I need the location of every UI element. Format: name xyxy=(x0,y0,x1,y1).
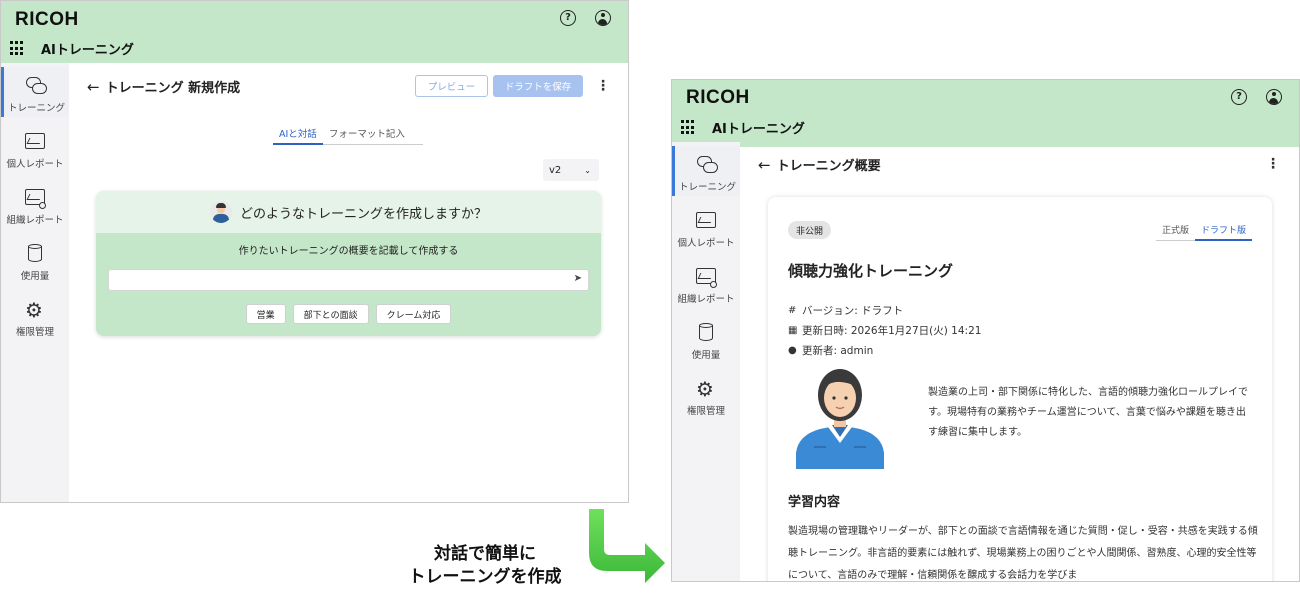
app-grid-icon[interactable] xyxy=(681,120,696,135)
page-title: トレーニング概要 xyxy=(776,159,881,174)
gear-icon: ⚙ xyxy=(696,377,714,401)
create-training-window: RICOH AIトレーニング ? トレーニング 個人レポート 組織レポート 使用… xyxy=(0,0,629,503)
caption-line-1: 対話で簡単に xyxy=(434,544,536,564)
org-report-icon xyxy=(695,266,717,288)
version-select[interactable]: v2 ⌄ xyxy=(543,159,599,181)
sidebar-item-label: トレーニング xyxy=(7,103,65,114)
caption-text: 対話で簡単に トレーニングを作成 xyxy=(390,543,580,589)
suggestion-chips: 営業 部下との面談 クレーム対応 xyxy=(96,304,601,324)
ai-question: どのようなトレーニングを作成しますか？ xyxy=(239,206,487,222)
meta-updated-by: ● 更新者: admin xyxy=(788,343,873,358)
chip-sales[interactable]: 営業 xyxy=(245,304,286,324)
section-body: 製造現場の管理職やリーダーが、部下との面談で言語情報を通じた質問・促し・受容・共… xyxy=(788,526,1258,581)
preview-button[interactable]: プレビュー xyxy=(415,75,488,97)
avatar xyxy=(209,201,232,223)
header-bar: RICOH AIトレーニング ? xyxy=(1,1,628,63)
sidebar-item-label: 使用量 xyxy=(20,271,50,282)
training-title: 傾聴力強化トレーニング xyxy=(788,262,954,280)
page-header: ← トレーニング 新規作成 xyxy=(87,77,241,97)
meta-version: # バージョン: ドラフト xyxy=(788,303,903,318)
meta-version-text: バージョン: ドラフト xyxy=(802,305,904,317)
sidebar-item-permissions[interactable]: ⚙ 権限管理 xyxy=(1,291,69,341)
version-tabs: 正式版 ドラフト版 xyxy=(1155,221,1252,241)
sidebar-item-org-report[interactable]: 組織レポート xyxy=(1,179,69,229)
tab-ai-dialogue[interactable]: AIと対話 xyxy=(273,123,323,145)
database-icon xyxy=(695,322,717,344)
training-summary-input[interactable]: ➤ xyxy=(108,269,589,291)
sidebar-item-personal-report[interactable]: 個人レポート xyxy=(1,123,69,173)
caption-line-2: トレーニングを作成 xyxy=(408,567,562,587)
sidebar-item-label: 使用量 xyxy=(691,350,721,361)
account-icon[interactable] xyxy=(1266,89,1282,105)
tab-format-entry[interactable]: フォーマット記入 xyxy=(323,123,411,145)
training-description: 製造業の上司・部下関係に特化した、言語的傾聴力強化ロールプレイです。現場特有の業… xyxy=(928,387,1248,438)
transition-arrow-icon xyxy=(589,509,665,583)
sidebar-item-label: 個人レポート xyxy=(6,159,64,170)
back-arrow-icon[interactable]: ← xyxy=(758,156,771,174)
hash-icon: # xyxy=(788,305,797,316)
calendar-icon: ▦ xyxy=(788,325,798,336)
help-icon[interactable]: ? xyxy=(1231,89,1247,105)
training-summary-window: RICOH AIトレーニング ? トレーニング 個人レポート 組織レポート 使用… xyxy=(671,79,1300,582)
sidebar-item-org-report[interactable]: 組織レポート xyxy=(672,258,740,308)
app-title: AIトレーニング xyxy=(712,122,805,137)
gear-icon: ⚙ xyxy=(25,298,43,322)
sidebar-item-label: 権限管理 xyxy=(686,406,725,417)
ai-card-header: どのようなトレーニングを作成しますか？ xyxy=(96,191,601,233)
account-icon[interactable] xyxy=(595,10,611,26)
chevron-down-icon: ⌄ xyxy=(584,165,591,175)
ricoh-logo: RICOH xyxy=(686,87,750,108)
back-arrow-icon[interactable]: ← xyxy=(87,78,100,96)
sidebar: トレーニング 個人レポート 組織レポート 使用量 ⚙ 権限管理 xyxy=(672,142,740,581)
help-glyph: ? xyxy=(1236,91,1242,102)
help-icon[interactable]: ? xyxy=(560,10,576,26)
sidebar-item-usage[interactable]: 使用量 xyxy=(672,314,740,364)
training-summary-card: 非公開 正式版 ドラフト版 傾聴力強化トレーニング # バージョン: ドラフト … xyxy=(768,197,1272,581)
ricoh-logo: RICOH xyxy=(15,9,79,30)
person-icon: ● xyxy=(788,345,797,356)
more-menu-icon[interactable]: ⋮ xyxy=(596,79,610,93)
mode-tabs: AIと対話 フォーマット記入 xyxy=(273,123,423,145)
sidebar-item-training[interactable]: トレーニング xyxy=(1,67,69,117)
meta-updated-by-text: 更新者: admin xyxy=(802,345,874,357)
sidebar-item-training[interactable]: トレーニング xyxy=(672,146,740,196)
page-title: トレーニング 新規作成 xyxy=(105,81,241,96)
section-title: 学習内容 xyxy=(788,495,841,510)
trainer-illustration xyxy=(796,369,884,469)
app-grid-icon[interactable] xyxy=(10,41,25,56)
report-icon xyxy=(24,131,46,153)
ai-dialogue-card: どのようなトレーニングを作成しますか？ 作りたいトレーニングの概要を記載して作成… xyxy=(96,191,601,336)
sidebar-item-label: 権限管理 xyxy=(15,327,54,338)
sidebar-item-personal-report[interactable]: 個人レポート xyxy=(672,202,740,252)
sidebar-item-usage[interactable]: 使用量 xyxy=(1,235,69,285)
chip-complaint-handling[interactable]: クレーム対応 xyxy=(375,304,452,324)
chip-subordinate-interview[interactable]: 部下との面談 xyxy=(292,304,369,324)
chat-bubbles-icon xyxy=(25,75,48,97)
org-report-icon xyxy=(24,187,46,209)
sidebar-item-permissions[interactable]: ⚙ 権限管理 xyxy=(672,370,740,420)
tab-draft[interactable]: ドラフト版 xyxy=(1194,221,1252,241)
sidebar-item-label: トレーニング xyxy=(678,182,736,193)
app-title: AIトレーニング xyxy=(41,43,134,58)
sidebar-item-label: 個人レポート xyxy=(677,238,735,249)
version-select-value: v2 xyxy=(549,164,562,176)
chat-bubbles-icon xyxy=(696,154,719,176)
save-draft-button[interactable]: ドラフトを保存 xyxy=(493,75,583,97)
send-icon[interactable]: ➤ xyxy=(574,273,582,284)
header-bar: RICOH AIトレーニング ? xyxy=(672,80,1299,147)
status-badge: 非公開 xyxy=(788,221,832,239)
page-header: ← トレーニング概要 xyxy=(758,155,881,175)
help-glyph: ? xyxy=(565,12,571,23)
sidebar-item-label: 組織レポート xyxy=(6,215,64,226)
meta-updated-at-text: 更新日時: 2026年1月27日(火) 14:21 xyxy=(802,325,982,337)
tab-official[interactable]: 正式版 xyxy=(1156,221,1195,241)
ai-description: 作りたいトレーニングの概要を記載して作成する xyxy=(238,246,459,257)
sidebar-item-label: 組織レポート xyxy=(677,294,735,305)
meta-updated-at: ▦ 更新日時: 2026年1月27日(火) 14:21 xyxy=(788,323,981,338)
sidebar: トレーニング 個人レポート 組織レポート 使用量 ⚙ 権限管理 xyxy=(1,63,69,502)
more-menu-icon[interactable]: ⋮ xyxy=(1266,157,1280,171)
report-icon xyxy=(695,210,717,232)
database-icon xyxy=(24,243,46,265)
